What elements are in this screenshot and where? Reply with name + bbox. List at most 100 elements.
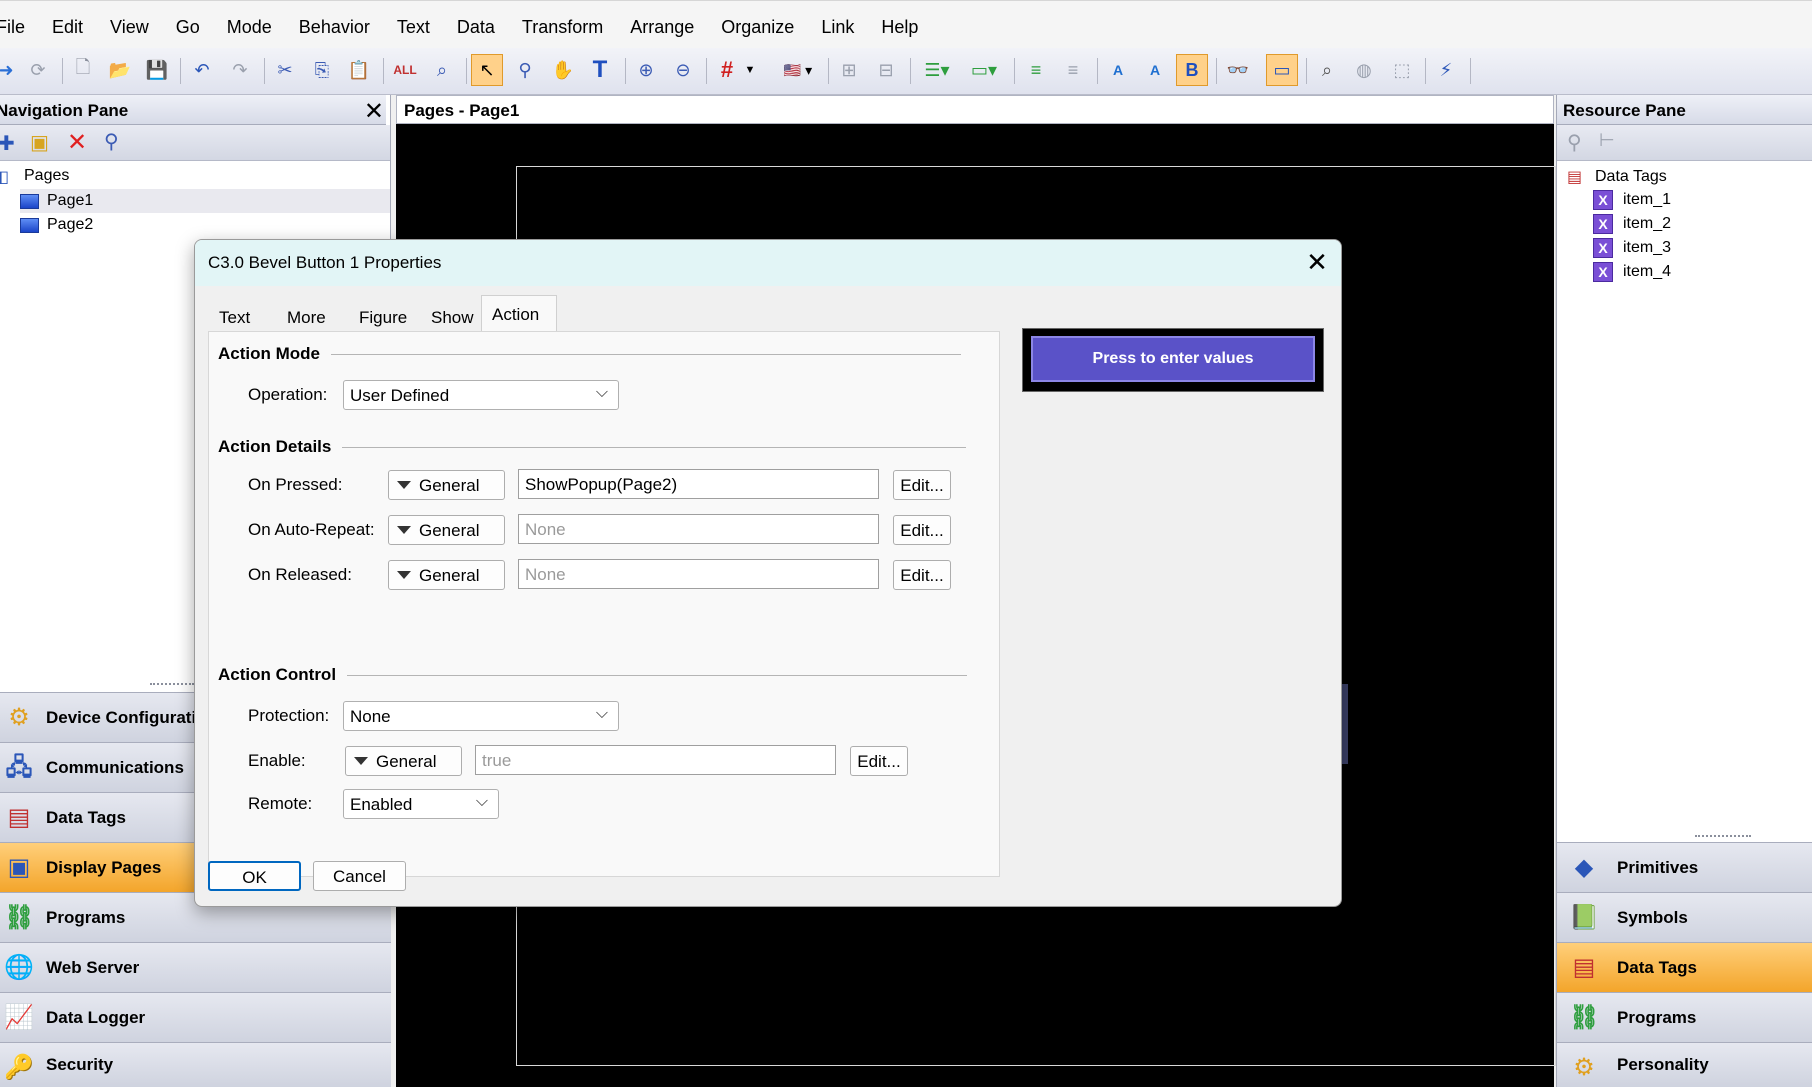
protection-select[interactable]: None ⌵ (343, 701, 619, 731)
zoom-tool-icon[interactable]: ⚲ (509, 54, 541, 86)
on-released-field[interactable]: None (518, 559, 879, 589)
protection-label: Protection: (248, 706, 330, 725)
open-icon[interactable]: 📂 (104, 54, 136, 86)
select-icon[interactable]: ↖ (471, 54, 503, 86)
enable-mode-button[interactable]: General (345, 746, 462, 776)
chevron-down-icon[interactable]: ▼ (740, 54, 760, 86)
tab-text[interactable]: Text (208, 298, 276, 332)
bullet-icon[interactable]: ≡ (1020, 54, 1052, 86)
on-released-mode-button[interactable]: General (388, 560, 505, 590)
paste-icon[interactable]: 📋 (343, 54, 375, 86)
zoom-in-icon[interactable]: ⊕ (630, 54, 662, 86)
tag-item-4[interactable]: X item_4 (1593, 262, 1671, 282)
text-tool-icon[interactable]: T (584, 54, 616, 86)
glasses-icon[interactable]: 👓 (1222, 54, 1254, 86)
close-icon[interactable]: ✕ (364, 97, 384, 126)
category-data-tags[interactable]: ▤ Data Tags (1557, 942, 1812, 992)
wand-icon[interactable]: ⚡ (1430, 54, 1462, 86)
new-icon[interactable]: 🗋 (67, 54, 99, 86)
menu-view[interactable]: View (110, 17, 149, 38)
category-web-server[interactable]: 🌐 Web Server (0, 942, 391, 992)
menu-edit[interactable]: Edit (52, 17, 83, 38)
menu-go[interactable]: Go (176, 17, 200, 38)
publish-icon[interactable]: ⬚ (1386, 54, 1418, 86)
menu-behavior[interactable]: Behavior (299, 17, 370, 38)
splitter-grip[interactable] (150, 683, 194, 687)
tab-show[interactable]: Show (420, 298, 481, 332)
tab-action[interactable]: Action (481, 295, 557, 332)
copy-icon[interactable]: ⎘ (306, 54, 338, 86)
cut-icon[interactable]: ✂ (269, 54, 301, 86)
menu-file[interactable]: File (0, 17, 25, 38)
menu-data[interactable]: Data (457, 17, 495, 38)
language-icon[interactable]: 🇺🇸 ▾ (776, 54, 820, 86)
tab-more[interactable]: More (276, 298, 348, 332)
field-icon[interactable]: ▭▾ (962, 54, 1006, 86)
bold-icon[interactable]: B (1176, 54, 1208, 86)
operation-select[interactable]: User Defined ⌵ (343, 380, 619, 410)
forward-icon[interactable]: ➜ (0, 54, 22, 86)
menu-help[interactable]: Help (881, 17, 918, 38)
section-action-details: Action Details (218, 437, 967, 457)
align-icon[interactable]: ⊞ (833, 54, 865, 86)
tree-item-page2[interactable]: Page2 (20, 213, 93, 237)
enable-edit-button[interactable]: Edit... (850, 746, 908, 776)
category-security[interactable]: 🔑 Security (0, 1042, 391, 1087)
new-page-icon[interactable]: ✚ (0, 131, 15, 156)
redo-icon[interactable]: ↷ (224, 54, 256, 86)
globe-icon[interactable]: ◍ (1348, 54, 1380, 86)
on-pressed-mode-button[interactable]: General (388, 470, 505, 500)
monitor-icon[interactable]: ▭ (1266, 54, 1298, 86)
refresh-icon[interactable]: ⟳ (22, 54, 54, 86)
tree-view-icon[interactable]: ⊢ (1599, 130, 1615, 151)
menu-organize[interactable]: Organize (721, 17, 794, 38)
close-icon[interactable]: ✕ (1299, 245, 1335, 281)
tree-root-data-tags[interactable]: ▤ Data Tags (1567, 167, 1667, 187)
pan-icon[interactable]: ✋ (547, 54, 579, 86)
tag-item-1[interactable]: X item_1 (1593, 190, 1671, 210)
preview-icon[interactable]: ⌕ (1311, 54, 1343, 86)
tag-item-3[interactable]: X item_3 (1593, 238, 1671, 258)
delete-icon[interactable]: ✕ (67, 128, 87, 157)
search-icon[interactable]: ⚲ (1567, 130, 1582, 155)
distribute-icon[interactable]: ⊟ (870, 54, 902, 86)
menu-link[interactable]: Link (821, 17, 854, 38)
find-icon[interactable]: ALL (389, 54, 421, 86)
indent-icon[interactable]: ≡ (1057, 54, 1089, 86)
on-auto-repeat-mode-button[interactable]: General (388, 515, 505, 545)
tree-item-page1[interactable]: Page1 (20, 189, 390, 213)
remote-select[interactable]: Enabled ⌵ (343, 789, 499, 819)
on-auto-repeat-field[interactable]: None (518, 514, 879, 544)
category-symbols[interactable]: 📗 Symbols (1557, 892, 1812, 942)
font-b-icon[interactable]: A (1139, 54, 1171, 86)
ok-button[interactable]: OK (208, 861, 301, 891)
on-auto-repeat-edit-button[interactable]: Edit... (893, 515, 951, 545)
new-folder-icon[interactable]: ▣ (30, 130, 49, 155)
menu-mode[interactable]: Mode (227, 17, 272, 38)
search-icon[interactable]: ⚲ (104, 129, 119, 154)
category-programs[interactable]: ⛓ Programs (1557, 992, 1812, 1042)
grid-icon[interactable]: # (711, 54, 743, 86)
enable-field[interactable]: true (475, 745, 836, 775)
menu-arrange[interactable]: Arrange (630, 17, 694, 38)
splitter-grip[interactable] (1695, 835, 1751, 839)
category-personality[interactable]: ⚙ Personality (1557, 1042, 1812, 1087)
tab-figure[interactable]: Figure (348, 298, 420, 332)
on-pressed-edit-button[interactable]: Edit... (893, 470, 951, 500)
menu-transform[interactable]: Transform (522, 17, 603, 38)
menu-text[interactable]: Text (397, 17, 430, 38)
font-a-icon[interactable]: A (1102, 54, 1134, 86)
list-icon[interactable]: ☰▾ (915, 54, 959, 86)
remote-label: Remote: (248, 794, 313, 813)
on-pressed-field[interactable]: ShowPopup(Page2) (518, 469, 879, 499)
category-primitives[interactable]: ◆ Primitives (1557, 842, 1812, 892)
save-icon[interactable]: 💾 (141, 54, 173, 86)
category-data-logger[interactable]: 📈 Data Logger (0, 992, 391, 1042)
tree-root-pages[interactable]: ◧ Pages (0, 167, 69, 186)
zoom-out-icon[interactable]: ⊖ (667, 54, 699, 86)
tag-item-2[interactable]: X item_2 (1593, 214, 1671, 234)
undo-icon[interactable]: ↶ (186, 54, 218, 86)
replace-icon[interactable]: ⌕ (426, 54, 458, 86)
on-released-edit-button[interactable]: Edit... (893, 560, 951, 590)
cancel-button[interactable]: Cancel (313, 861, 406, 891)
